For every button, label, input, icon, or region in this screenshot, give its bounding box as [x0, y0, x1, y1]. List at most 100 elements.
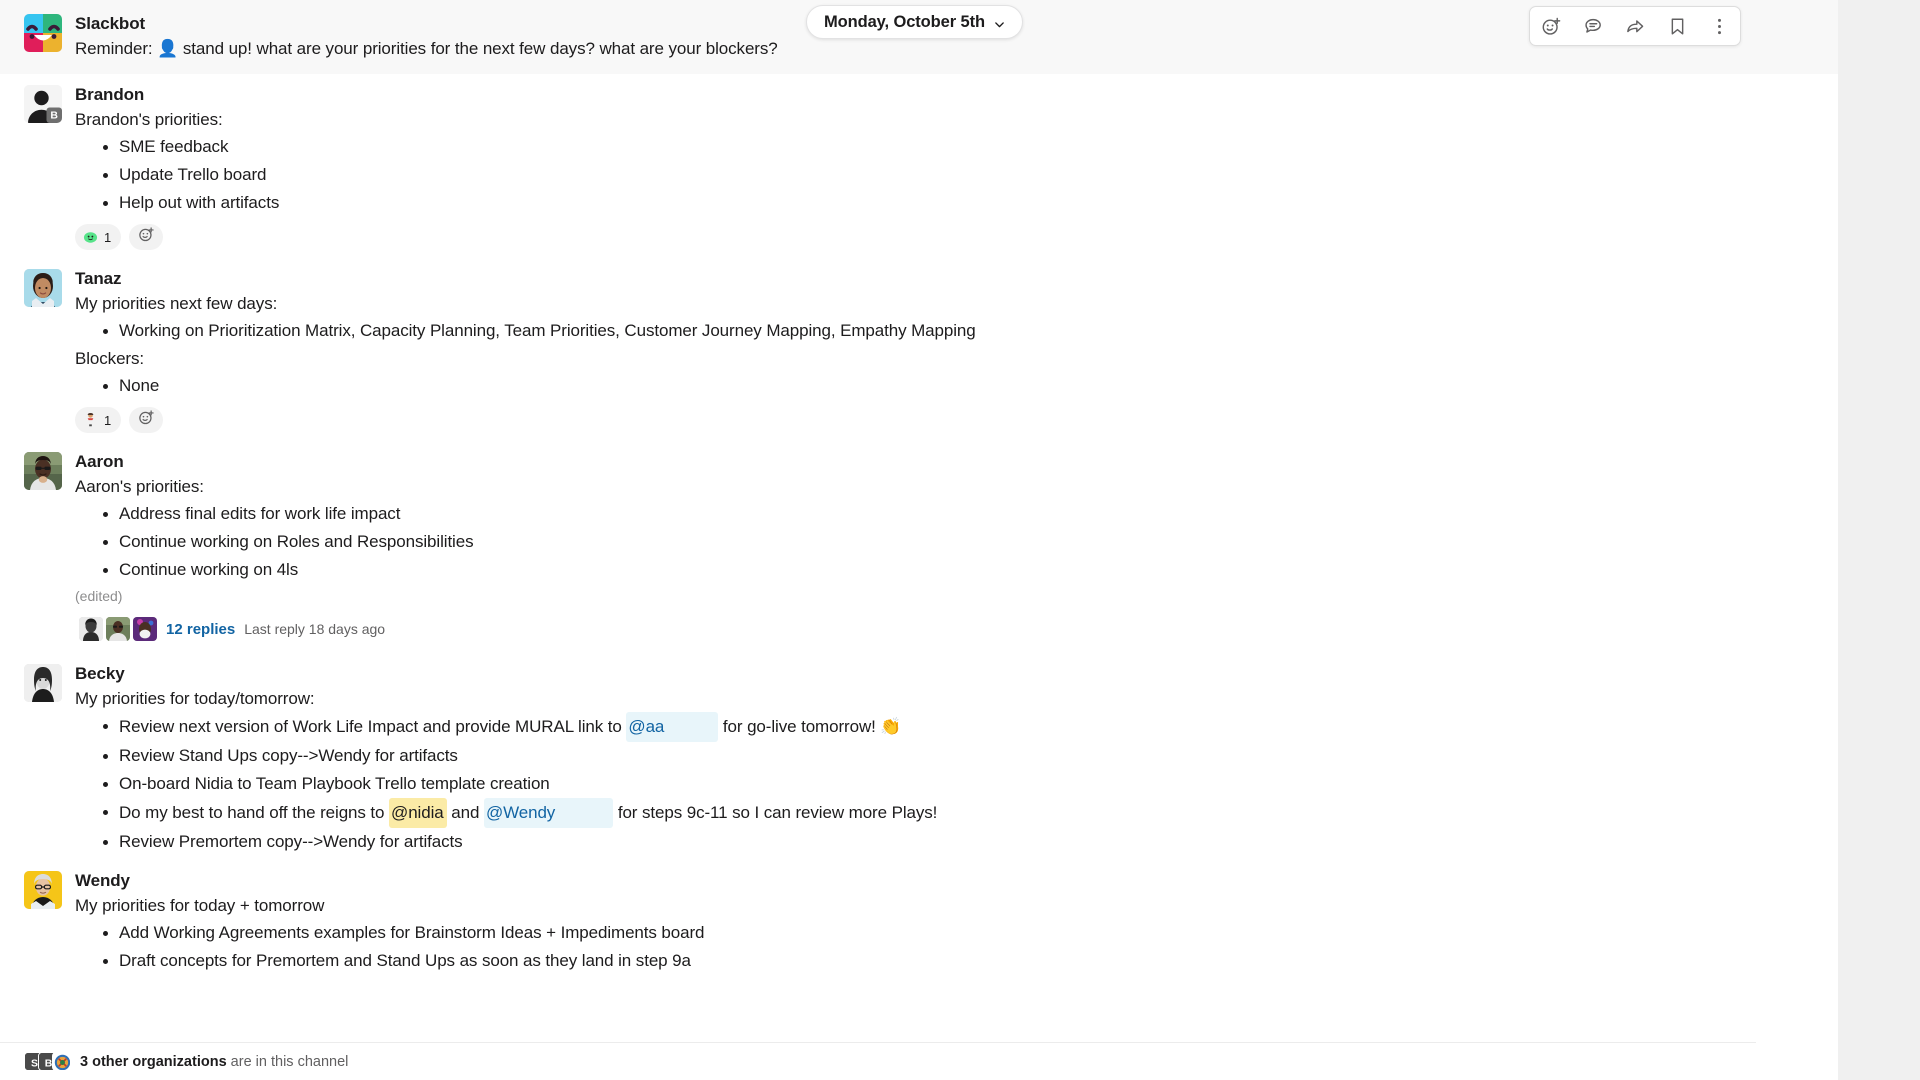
list-item: SME feedback [75, 133, 1814, 161]
list-item: Continue working on Roles and Responsibi… [75, 528, 1814, 556]
priority-list: SME feedback Update Trello board Help ou… [75, 133, 1814, 217]
add-reaction-button[interactable] [129, 224, 164, 250]
blockers-heading: Blockers: [75, 349, 145, 368]
thread-participant-avatar [133, 617, 157, 641]
thread-participant-avatar [79, 617, 103, 641]
share-message-button[interactable] [1614, 7, 1656, 45]
list-item: On-board Nidia to Team Playbook Trello t… [75, 770, 1814, 798]
priority-list: Review next version of Work Life Impact … [75, 712, 1814, 856]
author-name[interactable]: Tanaz [75, 267, 1814, 290]
thread-facepile [79, 617, 157, 641]
list-item: Review Stand Ups copy-->Wendy for artifa… [75, 742, 1814, 770]
priority-list: Add Working Agreements examples for Brai… [75, 919, 1814, 975]
list-item: Help out with artifacts [75, 189, 1814, 217]
thread-summary[interactable]: 12 replies Last reply 18 days ago [75, 614, 391, 644]
avatar-wrap [24, 869, 68, 975]
avatar-becky[interactable] [24, 664, 62, 702]
author-name[interactable]: Becky [75, 662, 1814, 685]
other-organizations-bar[interactable]: S B 3 other organizations are in this ch… [0, 1042, 1756, 1080]
list-item: Continue working on 4ls [75, 556, 1814, 584]
list-item: Do my best to hand off the reigns to @ni… [75, 798, 1814, 828]
list-item: Draft concepts for Premortem and Stand U… [75, 947, 1814, 975]
bullet-text-segment: Review next version of Work Life Impact … [119, 717, 627, 736]
avatar-wrap [24, 12, 68, 62]
date-divider-label: Monday, October 5th [824, 12, 985, 31]
user-mention-nidia[interactable]: @nidia [389, 798, 447, 828]
message-pane: Monday, October 5th Slackbot Reminder: 👤… [0, 0, 1838, 1080]
organization-icons: S B [24, 1052, 71, 1071]
list-item: Working on Prioritization Matrix, Capaci… [75, 317, 1814, 345]
share-message-icon [1625, 16, 1646, 37]
thread-participant-avatar [106, 617, 130, 641]
green-blob-reaction-icon [83, 229, 98, 246]
list-item: Update Trello board [75, 161, 1814, 189]
bullet-text-segment: for steps 9c-11 so I can review more Pla… [613, 803, 938, 822]
avatar-wendy[interactable] [24, 871, 62, 909]
message-intro: My priorities for today + tomorrow [75, 896, 325, 915]
more-actions-icon [1709, 16, 1730, 37]
list-item: Review next version of Work Life Impact … [75, 712, 1814, 742]
add-reaction-button[interactable] [129, 407, 164, 433]
reaction-pill[interactable]: 1 [75, 407, 122, 433]
message-body: Aaron Aaron's priorities: Address final … [68, 450, 1814, 649]
reply-in-thread-button[interactable] [1572, 7, 1614, 45]
list-item: Add Working Agreements examples for Brai… [75, 919, 1814, 947]
message-body: Becky My priorities for today/tomorrow: … [68, 662, 1814, 856]
message-body: Wendy My priorities for today + tomorrow… [68, 869, 1814, 975]
reaction-count: 1 [104, 412, 112, 428]
list-item: Review Premortem copy-->Wendy for artifa… [75, 828, 1814, 856]
edited-label: (edited) [75, 588, 123, 604]
user-mention-aa[interactable]: @aa [626, 712, 719, 742]
slack-channel-view: Monday, October 5th Slackbot Reminder: 👤… [0, 0, 1920, 1080]
more-actions-button[interactable] [1698, 7, 1740, 45]
avatar-wrap [24, 267, 68, 437]
message-body: Brandon Brandon's priorities: SME feedba… [68, 83, 1814, 254]
add-reaction-icon [138, 409, 155, 431]
message-aaron: Aaron Aaron's priorities: Address final … [0, 441, 1838, 653]
reminder-body: stand up! what are your priorities for t… [182, 39, 778, 58]
avatar-wrap: B [24, 83, 68, 254]
clapping-hands-emoji: 👏 [880, 717, 902, 736]
add-reaction-icon [138, 226, 155, 248]
add-reaction-icon [1541, 16, 1562, 37]
reminder-prefix: Reminder: [75, 39, 153, 58]
list-item: None [75, 372, 1814, 400]
message-becky: Becky My priorities for today/tomorrow: … [0, 653, 1838, 860]
other-organizations-label: 3 other organizations are in this channe… [80, 1054, 348, 1070]
message-wendy: Wendy My priorities for today + tomorrow… [0, 860, 1838, 979]
author-name[interactable]: Aaron [75, 450, 1814, 473]
blockers-list: None [75, 372, 1814, 400]
reaction-bar: 1 [75, 224, 1814, 250]
list-item: Address final edits for work life impact [75, 500, 1814, 528]
user-mention-wendy[interactable]: @Wendy [483, 798, 614, 828]
reaction-count: 1 [104, 229, 112, 245]
save-message-icon [1667, 16, 1688, 37]
svg-text:S: S [31, 1059, 38, 1070]
save-message-button[interactable] [1656, 7, 1698, 45]
avatar-brandon[interactable]: B [24, 85, 62, 123]
bullet-text-segment: Do my best to hand off the reigns to [119, 803, 390, 822]
avatar-aaron[interactable] [24, 452, 62, 490]
date-divider-pill[interactable]: Monday, October 5th [806, 5, 1023, 39]
organization-suffix: are in this channel [230, 1053, 349, 1070]
message-brandon: B Brandon Brandon's priorities: SME feed… [0, 74, 1838, 258]
reaction-bar: 1 [75, 407, 1814, 433]
message-body: Tanaz My priorities next few days: Worki… [68, 267, 1814, 437]
reply-in-thread-icon [1583, 16, 1604, 37]
add-reaction-button[interactable] [1530, 7, 1572, 45]
author-name[interactable]: Wendy [75, 869, 1814, 892]
priority-list: Address final edits for work life impact… [75, 500, 1814, 584]
avatar-slackbot[interactable] [24, 14, 62, 52]
avatar-tanaz[interactable] [24, 269, 62, 307]
organization-count: 3 other organizations [80, 1053, 227, 1070]
thread-replies-link[interactable]: 12 replies [166, 621, 235, 638]
reaction-pill[interactable]: 1 [75, 224, 122, 250]
avatar-wrap [24, 662, 68, 856]
priority-list: Working on Prioritization Matrix, Capaci… [75, 317, 1814, 345]
author-name[interactable]: Brandon [75, 83, 1814, 106]
avatar-wrap [24, 450, 68, 649]
message-intro: Aaron's priorities: [75, 477, 204, 496]
organization-badge-icon [52, 1052, 71, 1071]
message-tanaz: Tanaz My priorities next few days: Worki… [0, 258, 1838, 441]
bullet-text-segment: for go-live tomorrow! [718, 717, 881, 736]
